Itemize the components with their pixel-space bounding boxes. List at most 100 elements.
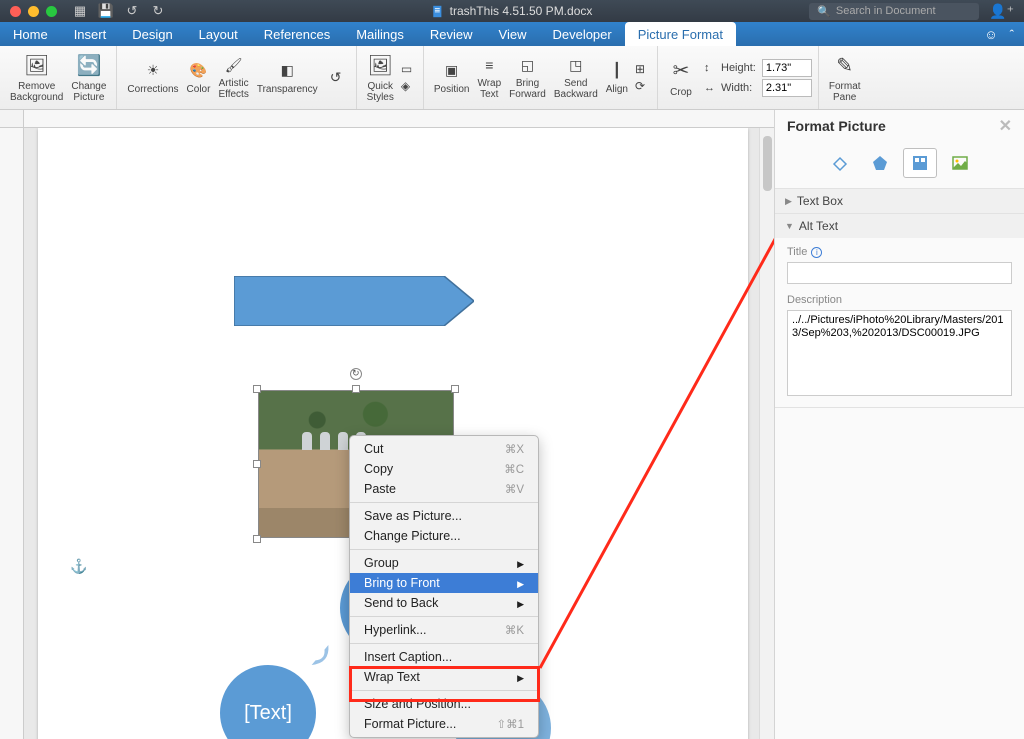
pane-tab-layout[interactable] <box>903 148 937 178</box>
pane-tab-fill[interactable] <box>823 148 857 178</box>
rotate-handle[interactable] <box>350 368 362 380</box>
format-picture-pane: Format Picture ✕ ▶Text Box ▼Alt Text Tit… <box>774 110 1024 739</box>
alttext-title-label: Titlei <box>787 246 1012 258</box>
position-button[interactable]: ▣Position <box>430 61 474 95</box>
menu-item-save-as-picture[interactable]: Save as Picture... <box>350 506 538 526</box>
pane-tab-effects[interactable] <box>863 148 897 178</box>
picture-border-icon[interactable]: ▭ <box>401 62 417 76</box>
reset-picture-button[interactable]: ↺ <box>322 68 350 88</box>
tab-home[interactable]: Home <box>0 22 61 46</box>
corrections-button[interactable]: ☀Corrections <box>123 61 182 95</box>
tab-insert[interactable]: Insert <box>61 22 120 46</box>
tab-review[interactable]: Review <box>417 22 486 46</box>
horizontal-ruler[interactable] <box>24 110 774 128</box>
account-smiley-icon[interactable]: ☺ <box>984 27 997 42</box>
quick-styles-button[interactable]: 🖼QuickStyles <box>363 52 398 103</box>
tab-picture-format[interactable]: Picture Format <box>625 22 736 46</box>
menu-item-format-picture[interactable]: Format Picture...⇧⌘1 <box>350 714 538 734</box>
annotation-highlight-box <box>349 666 540 702</box>
collapse-ribbon-icon[interactable]: ˆ <box>1010 27 1014 42</box>
brightness-icon: ☀ <box>143 61 163 81</box>
transparency-button[interactable]: ◧Transparency <box>253 61 322 95</box>
document-title: trashThis 4.51.50 PM.docx <box>432 4 593 18</box>
tab-design[interactable]: Design <box>119 22 185 46</box>
crop-icon: ✂ <box>668 58 694 84</box>
layout-props-icon <box>911 154 929 172</box>
send-backward-button[interactable]: ◳SendBackward <box>550 55 602 100</box>
send-backward-icon: ◳ <box>566 55 586 75</box>
menu-item-copy[interactable]: Copy⌘C <box>350 459 538 479</box>
wrap-text-button[interactable]: ≡WrapText <box>473 55 505 100</box>
resize-handle[interactable] <box>253 460 261 468</box>
close-pane-button[interactable]: ✕ <box>999 116 1012 136</box>
height-label: Height: <box>721 62 756 74</box>
rotate-icon[interactable]: ⟳ <box>635 79 651 93</box>
align-icon: ┃ <box>607 61 627 81</box>
align-button[interactable]: ┃Align <box>602 61 632 95</box>
tab-mailings[interactable]: Mailings <box>343 22 417 46</box>
vertical-scrollbar[interactable] <box>759 128 774 739</box>
arrow-shape[interactable] <box>234 276 474 326</box>
section-textbox-header[interactable]: ▶Text Box <box>775 189 1024 213</box>
paint-bucket-icon <box>831 154 849 172</box>
tab-developer[interactable]: Developer <box>539 22 624 46</box>
pentagon-icon <box>871 154 889 172</box>
resize-handle[interactable] <box>253 535 261 543</box>
color-button[interactable]: 🎨Color <box>183 61 215 95</box>
smartart-node[interactable]: [Text] <box>218 663 318 739</box>
section-alttext-header[interactable]: ▼Alt Text <box>775 214 1024 238</box>
search-input[interactable]: 🔍 Search in Document <box>809 3 979 20</box>
minimize-window-button[interactable] <box>28 6 39 17</box>
alttext-description-label: Description <box>787 294 1012 306</box>
tab-view[interactable]: View <box>486 22 540 46</box>
anchor-icon: ⚓ <box>70 558 87 575</box>
maximize-window-button[interactable] <box>46 6 57 17</box>
resize-handle[interactable] <box>451 385 459 393</box>
redo-icon[interactable]: ↻ <box>150 3 166 19</box>
alttext-description-input[interactable] <box>787 310 1012 396</box>
format-pane-icon: ✎ <box>832 52 858 78</box>
height-input[interactable] <box>762 59 812 77</box>
close-window-button[interactable] <box>10 6 21 17</box>
menu-item-insert-caption[interactable]: Insert Caption... <box>350 647 538 667</box>
pane-tabs <box>775 142 1024 189</box>
change-picture-button[interactable]: 🔄ChangePicture <box>67 52 110 103</box>
group-icon[interactable]: ⊞ <box>635 62 651 76</box>
menu-item-paste[interactable]: Paste⌘V <box>350 479 538 499</box>
bring-forward-icon: ◱ <box>518 55 538 75</box>
menu-item-bring-to-front[interactable]: Bring to Front <box>350 573 538 593</box>
save-icon[interactable]: 💾 <box>98 3 114 19</box>
menu-item-cut[interactable]: Cut⌘X <box>350 439 538 459</box>
menu-item-group[interactable]: Group <box>350 553 538 573</box>
tab-layout[interactable]: Layout <box>186 22 251 46</box>
crop-button[interactable]: ✂Crop <box>664 58 698 98</box>
info-icon[interactable]: i <box>811 247 822 258</box>
tab-references[interactable]: References <box>251 22 343 46</box>
vertical-ruler[interactable] <box>0 128 24 739</box>
menu-item-send-to-back[interactable]: Send to Back <box>350 593 538 613</box>
window-controls <box>0 6 57 17</box>
bring-forward-button[interactable]: ◱BringForward <box>505 55 550 100</box>
search-icon: 🔍 <box>817 5 831 18</box>
width-input[interactable] <box>762 79 812 97</box>
resize-handle[interactable] <box>352 385 360 393</box>
width-label: Width: <box>721 82 756 94</box>
alttext-title-input[interactable] <box>787 262 1012 284</box>
menu-item-change-picture[interactable]: Change Picture... <box>350 526 538 546</box>
pane-tab-picture[interactable] <box>943 148 977 178</box>
format-pane-button[interactable]: ✎FormatPane <box>825 52 865 103</box>
undo-icon[interactable]: ↺ <box>124 3 140 19</box>
remove-background-button[interactable]: 🖼RemoveBackground <box>6 52 67 103</box>
artistic-effects-button[interactable]: 🖌ArtisticEffects <box>214 55 252 100</box>
remove-background-icon: 🖼 <box>24 52 50 78</box>
chevron-right-icon: ▶ <box>785 196 792 207</box>
height-icon: ↕ <box>704 62 715 74</box>
share-icon[interactable]: 👤⁺ <box>989 3 1014 20</box>
artistic-icon: 🖌 <box>224 55 244 75</box>
chevron-down-icon: ▼ <box>785 221 794 231</box>
menu-item-hyperlink[interactable]: Hyperlink...⌘K <box>350 620 538 640</box>
resize-handle[interactable] <box>253 385 261 393</box>
layout-icon[interactable]: ▦ <box>72 3 88 19</box>
picture-effects-icon[interactable]: ◈ <box>401 79 417 93</box>
scrollbar-thumb[interactable] <box>763 136 772 191</box>
